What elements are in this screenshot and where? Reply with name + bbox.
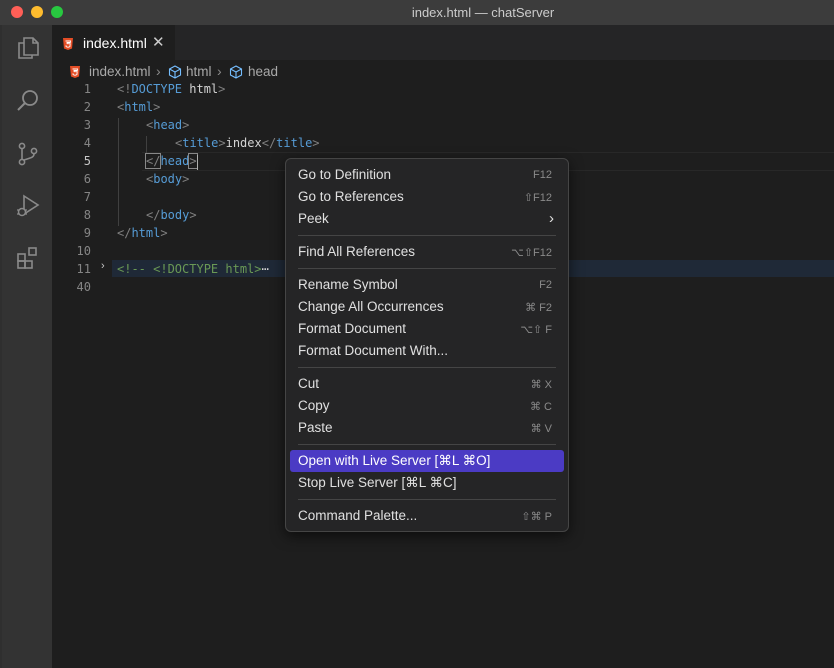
html5-icon [69,66,81,78]
window-title: index.html — chatServer [411,5,555,20]
context-menu: Go to Definition F12 Go to References ⇧F… [285,158,569,532]
menu-item-find-all-references[interactable]: Find All References ⌥⇧F12 [290,241,564,263]
menu-item-format-document-with[interactable]: Format Document With... [290,340,564,362]
search-icon[interactable] [15,88,41,114]
menu-item-go-to-definition[interactable]: Go to Definition F12 [290,164,564,186]
menu-item-cut[interactable]: Cut ⌘ X [290,373,564,395]
code-line-5: </head> [144,153,198,169]
explorer-icon[interactable] [15,35,41,61]
code-line-9: </html> [117,226,168,240]
html5-icon [62,37,74,50]
line-number: 6 [83,172,91,186]
symbol-element-icon [229,65,243,79]
breadcrumb-separator: › [217,63,222,79]
menu-separator [298,235,556,236]
close-icon[interactable]: ✕ [152,33,165,51]
menu-separator [298,367,556,368]
code-line-11: <!-- <!DOCTYPE html>⋯ [117,262,269,276]
code-line-6: <body> [146,172,190,186]
line-number: 3 [83,118,91,132]
code-line-8: </body> [146,208,197,222]
menu-item-copy[interactable]: Copy ⌘ C [290,395,564,417]
menu-item-paste[interactable]: Paste ⌘ V [290,417,564,439]
menu-separator [298,268,556,269]
breadcrumb-item-html[interactable]: html [186,64,212,79]
source-control-icon[interactable] [15,141,41,167]
menu-item-format-document[interactable]: Format Document ⌥⇧ F [290,318,564,340]
tab-bar: index.html ✕ [52,25,834,60]
menu-item-open-with-live-server[interactable]: Open with Live Server [⌘L ⌘O] [290,450,564,472]
line-number: 40 [76,280,91,294]
indent-guide [146,136,147,154]
tab-label: index.html [83,35,147,51]
code-line-3: <head> [146,118,190,132]
line-number: 8 [83,208,91,222]
code-line-1: <!DOCTYPE html> [117,82,226,96]
menu-item-change-all-occurrences[interactable]: Change All Occurrences ⌘ F2 [290,296,564,318]
menu-separator [298,499,556,500]
chevron-right-icon: › [549,210,554,227]
breadcrumb-item-head[interactable]: head [248,64,278,79]
breadcrumb-separator: › [156,63,161,79]
text-cursor [197,155,198,170]
menu-item-command-palette[interactable]: Command Palette... ⇧⌘ P [290,505,564,527]
line-number: 4 [83,136,91,150]
menu-item-peek[interactable]: Peek › [290,208,564,230]
extensions-icon[interactable] [15,245,41,271]
breadcrumb: index.html › html › head [52,60,834,82]
line-number: 1 [83,82,91,96]
line-number-active: 5 [83,154,91,168]
code-line-4: <title>index</title> [175,136,320,150]
indent-guide [118,118,119,226]
symbol-element-icon [168,65,182,79]
fold-chevron-icon[interactable]: › [101,260,105,272]
line-number: 7 [83,190,91,204]
code-line-2: <html> [117,100,161,114]
line-number: 9 [83,226,91,240]
activity-bar [2,25,52,668]
menu-item-go-to-references[interactable]: Go to References ⇧F12 [290,186,564,208]
line-number: 2 [83,100,91,114]
breadcrumb-item-file[interactable]: index.html [89,64,151,79]
line-number: 10 [76,244,91,258]
line-number: 11 [76,262,91,276]
tab-index-html[interactable]: index.html ✕ [52,25,175,60]
run-debug-icon[interactable] [15,193,41,219]
menu-item-rename-symbol[interactable]: Rename Symbol F2 [290,274,564,296]
menu-item-stop-live-server[interactable]: Stop Live Server [⌘L ⌘C] [290,472,564,494]
menu-separator [298,444,556,445]
title-bar: index.html — chatServer [0,0,834,25]
